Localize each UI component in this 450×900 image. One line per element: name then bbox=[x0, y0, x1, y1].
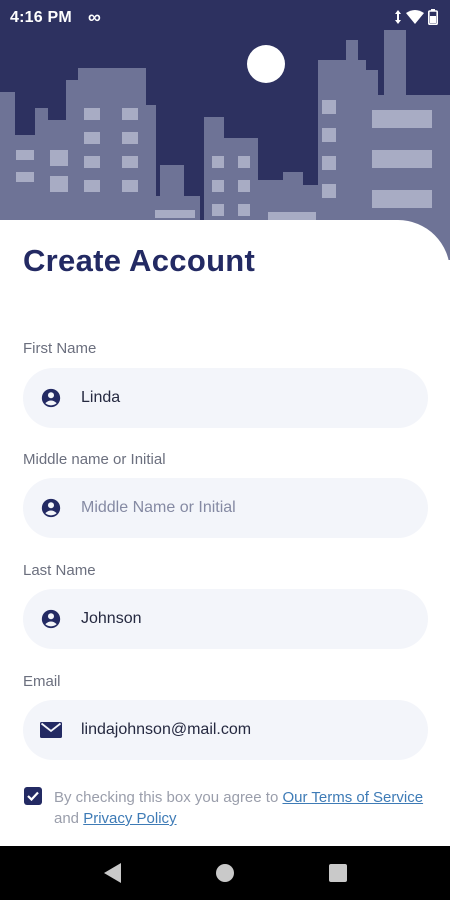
status-icons bbox=[394, 9, 438, 25]
terms-checkbox[interactable] bbox=[24, 787, 42, 805]
middle-name-field[interactable] bbox=[23, 478, 428, 538]
moon bbox=[247, 45, 285, 83]
last-name-field[interactable] bbox=[23, 589, 428, 649]
email-field[interactable] bbox=[23, 700, 428, 760]
privacy-policy-link[interactable]: Privacy Policy bbox=[83, 810, 176, 827]
last-name-input[interactable] bbox=[81, 610, 401, 628]
recents-icon bbox=[329, 864, 347, 882]
back-button[interactable] bbox=[96, 846, 130, 900]
terms-of-service-link[interactable]: Our Terms of Service bbox=[282, 789, 423, 806]
email-label: Email bbox=[23, 673, 61, 690]
first-name-label: First Name bbox=[23, 340, 97, 357]
terms-text: By checking this box you agree to Our Te… bbox=[54, 787, 424, 829]
person-icon bbox=[39, 607, 63, 631]
middle-name-input[interactable] bbox=[81, 499, 401, 517]
status-bar: 4:16 PM ∞ bbox=[0, 0, 450, 36]
data-arrows-icon bbox=[395, 10, 401, 24]
last-name-label: Last Name bbox=[23, 562, 96, 579]
terms-prefix: By checking this box you agree to bbox=[54, 789, 283, 806]
checkmark-icon bbox=[27, 791, 39, 801]
home-button[interactable] bbox=[208, 846, 242, 900]
email-input[interactable] bbox=[81, 721, 401, 739]
person-icon bbox=[39, 496, 63, 520]
infinity-icon: ∞ bbox=[88, 7, 101, 27]
terms-connector: and bbox=[54, 810, 84, 827]
person-icon bbox=[39, 386, 63, 410]
first-name-field[interactable] bbox=[23, 368, 428, 428]
mail-icon bbox=[39, 718, 63, 742]
battery-icon bbox=[428, 9, 438, 25]
middle-name-label: Middle name or Initial bbox=[23, 451, 166, 468]
wifi-icon bbox=[406, 10, 424, 24]
page-title: Create Account bbox=[23, 243, 256, 278]
navigation-bar bbox=[0, 846, 450, 900]
first-name-input[interactable] bbox=[81, 389, 401, 407]
status-time: 4:16 PM bbox=[10, 9, 72, 26]
recents-button[interactable] bbox=[321, 846, 355, 900]
home-icon bbox=[216, 864, 234, 882]
back-icon bbox=[104, 863, 121, 883]
